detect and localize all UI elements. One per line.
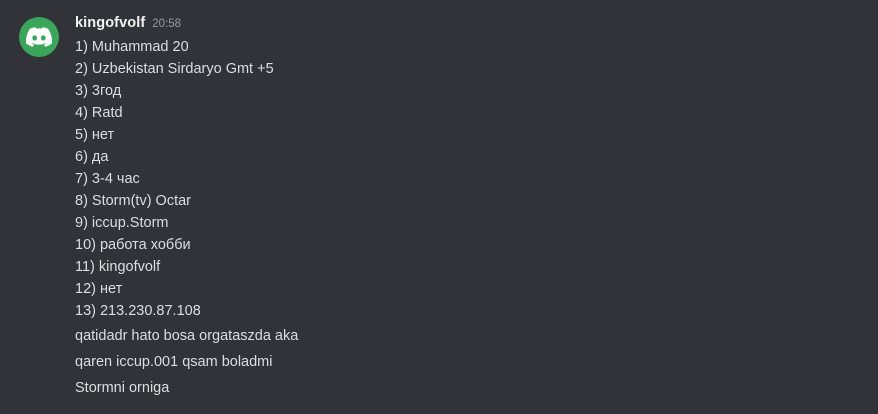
message-line: 6) да	[75, 149, 109, 165]
message-content: 1) Muhammad 20 2) Uzbekistan Sirdaryo Gm…	[75, 36, 835, 322]
message-group: kingofvolf 20:58 1) Muhammad 20 2) Uzbek…	[0, 0, 878, 414]
message-line: 12) нет	[75, 281, 123, 297]
message-line: 10) работа хобби	[75, 237, 191, 253]
timestamp[interactable]: 20:58	[152, 18, 181, 30]
message-line: 9) iccup.Storm	[75, 215, 169, 231]
followup-message: qatidadr hato bosa orgataszda aka	[75, 328, 299, 344]
followup-message: Stormni orniga	[75, 380, 170, 396]
followup-message: qaren iccup.001 qsam boladmi	[75, 354, 273, 370]
message-line: 1) Muhammad 20	[75, 39, 189, 55]
message-line: 8) Storm(tv) Octar	[75, 193, 192, 209]
message-line: 5) нет	[75, 127, 115, 143]
avatar[interactable]	[19, 17, 59, 57]
message-line: 2) Uzbekistan Sirdaryo Gmt +5	[75, 61, 274, 77]
message-line: 13) 213.230.87.108	[75, 303, 201, 319]
message-line: 7) 3-4 час	[75, 171, 140, 187]
discord-logo-icon	[26, 27, 52, 47]
message-line: 3) 3год	[75, 83, 122, 99]
username[interactable]: kingofvolf	[75, 15, 145, 31]
message-line: 11) kingofvolf	[75, 259, 161, 275]
message-line: 4) Ratd	[75, 105, 123, 121]
message-header: kingofvolf 20:58	[75, 15, 181, 35]
